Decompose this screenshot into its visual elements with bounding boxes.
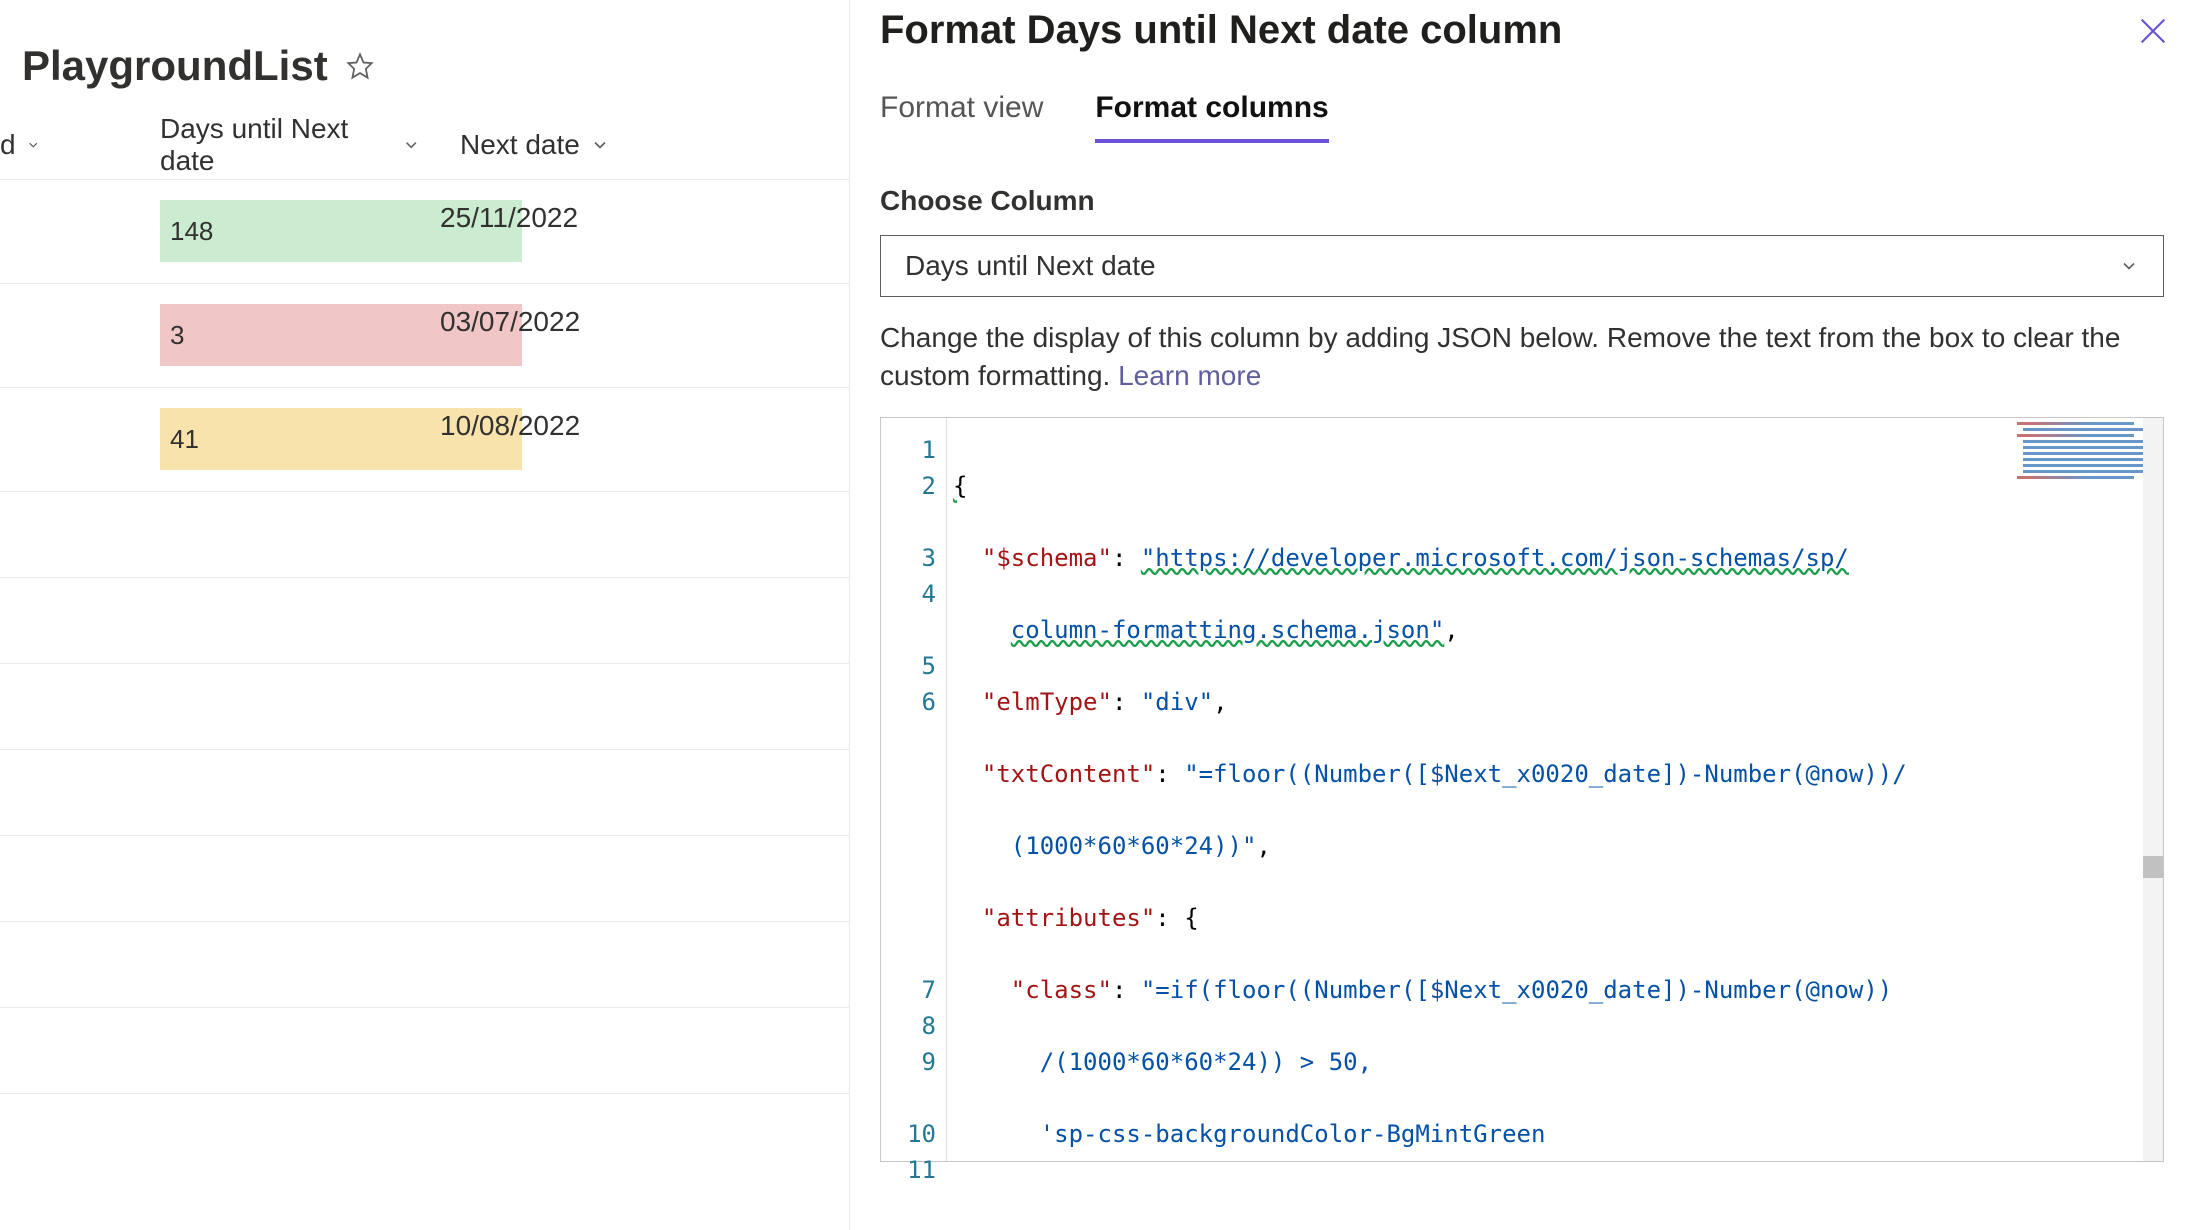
scrollbar[interactable] xyxy=(2143,418,2163,1161)
close-icon[interactable] xyxy=(2136,14,2170,48)
list-table: d Days until Next date Next date 148 25/… xyxy=(0,110,849,1094)
favorite-star-icon[interactable] xyxy=(346,52,374,80)
format-panel: Format Days until Next date column Forma… xyxy=(850,0,2192,1230)
tabs: Format view Format columns xyxy=(880,91,2164,143)
table-row[interactable] xyxy=(0,492,849,578)
next-date-cell: 03/07/2022 xyxy=(440,284,740,338)
table-row[interactable] xyxy=(0,578,849,664)
json-editor[interactable]: 1 2 3 4 5 6 7 8 9 10 11 { "$schema": "ht… xyxy=(880,417,2164,1162)
column-header-label: Days until Next date xyxy=(160,113,392,177)
list-panel: PlaygroundList d Days until Next date Ne… xyxy=(0,0,850,1230)
table-row[interactable] xyxy=(0,922,849,1008)
chevron-down-icon xyxy=(402,135,420,155)
column-header-fragment[interactable]: d xyxy=(0,129,60,161)
choose-column-label: Choose Column xyxy=(880,185,2164,217)
table-row[interactable]: 3 03/07/2022 xyxy=(0,284,849,388)
table-row[interactable]: 148 25/11/2022 xyxy=(0,180,849,284)
table-row[interactable]: 41 10/08/2022 xyxy=(0,388,849,492)
table-header: d Days until Next date Next date xyxy=(0,110,849,180)
code-area[interactable]: { "$schema": "https://developer.microsof… xyxy=(947,418,2163,1161)
choose-column-dropdown[interactable]: Days until Next date xyxy=(880,235,2164,297)
panel-title: Format Days until Next date column xyxy=(880,8,2164,53)
list-title: PlaygroundList xyxy=(22,42,328,90)
minimap[interactable] xyxy=(2011,422,2141,512)
column-header-label: Next date xyxy=(460,129,580,161)
chevron-down-icon xyxy=(2119,256,2139,276)
chevron-down-icon xyxy=(26,135,40,155)
next-date-cell: 25/11/2022 xyxy=(440,180,740,234)
column-header-nextdate[interactable]: Next date xyxy=(440,129,740,161)
help-text: Change the display of this column by add… xyxy=(880,319,2164,395)
table-row[interactable] xyxy=(0,836,849,922)
chevron-down-icon xyxy=(590,135,610,155)
table-row[interactable] xyxy=(0,1008,849,1094)
learn-more-link[interactable]: Learn more xyxy=(1118,360,1261,391)
next-date-cell: 10/08/2022 xyxy=(440,388,740,442)
table-row[interactable] xyxy=(0,664,849,750)
tab-format-view[interactable]: Format view xyxy=(880,91,1043,143)
table-row[interactable] xyxy=(0,750,849,836)
scrollbar-thumb[interactable] xyxy=(2143,856,2163,878)
column-header-label: d xyxy=(0,129,16,161)
line-gutter: 1 2 3 4 5 6 7 8 9 10 11 xyxy=(881,418,947,1161)
tab-format-columns[interactable]: Format columns xyxy=(1095,91,1328,143)
dropdown-value: Days until Next date xyxy=(905,250,1156,282)
column-header-days[interactable]: Days until Next date xyxy=(60,113,440,177)
list-title-bar: PlaygroundList xyxy=(0,0,849,110)
